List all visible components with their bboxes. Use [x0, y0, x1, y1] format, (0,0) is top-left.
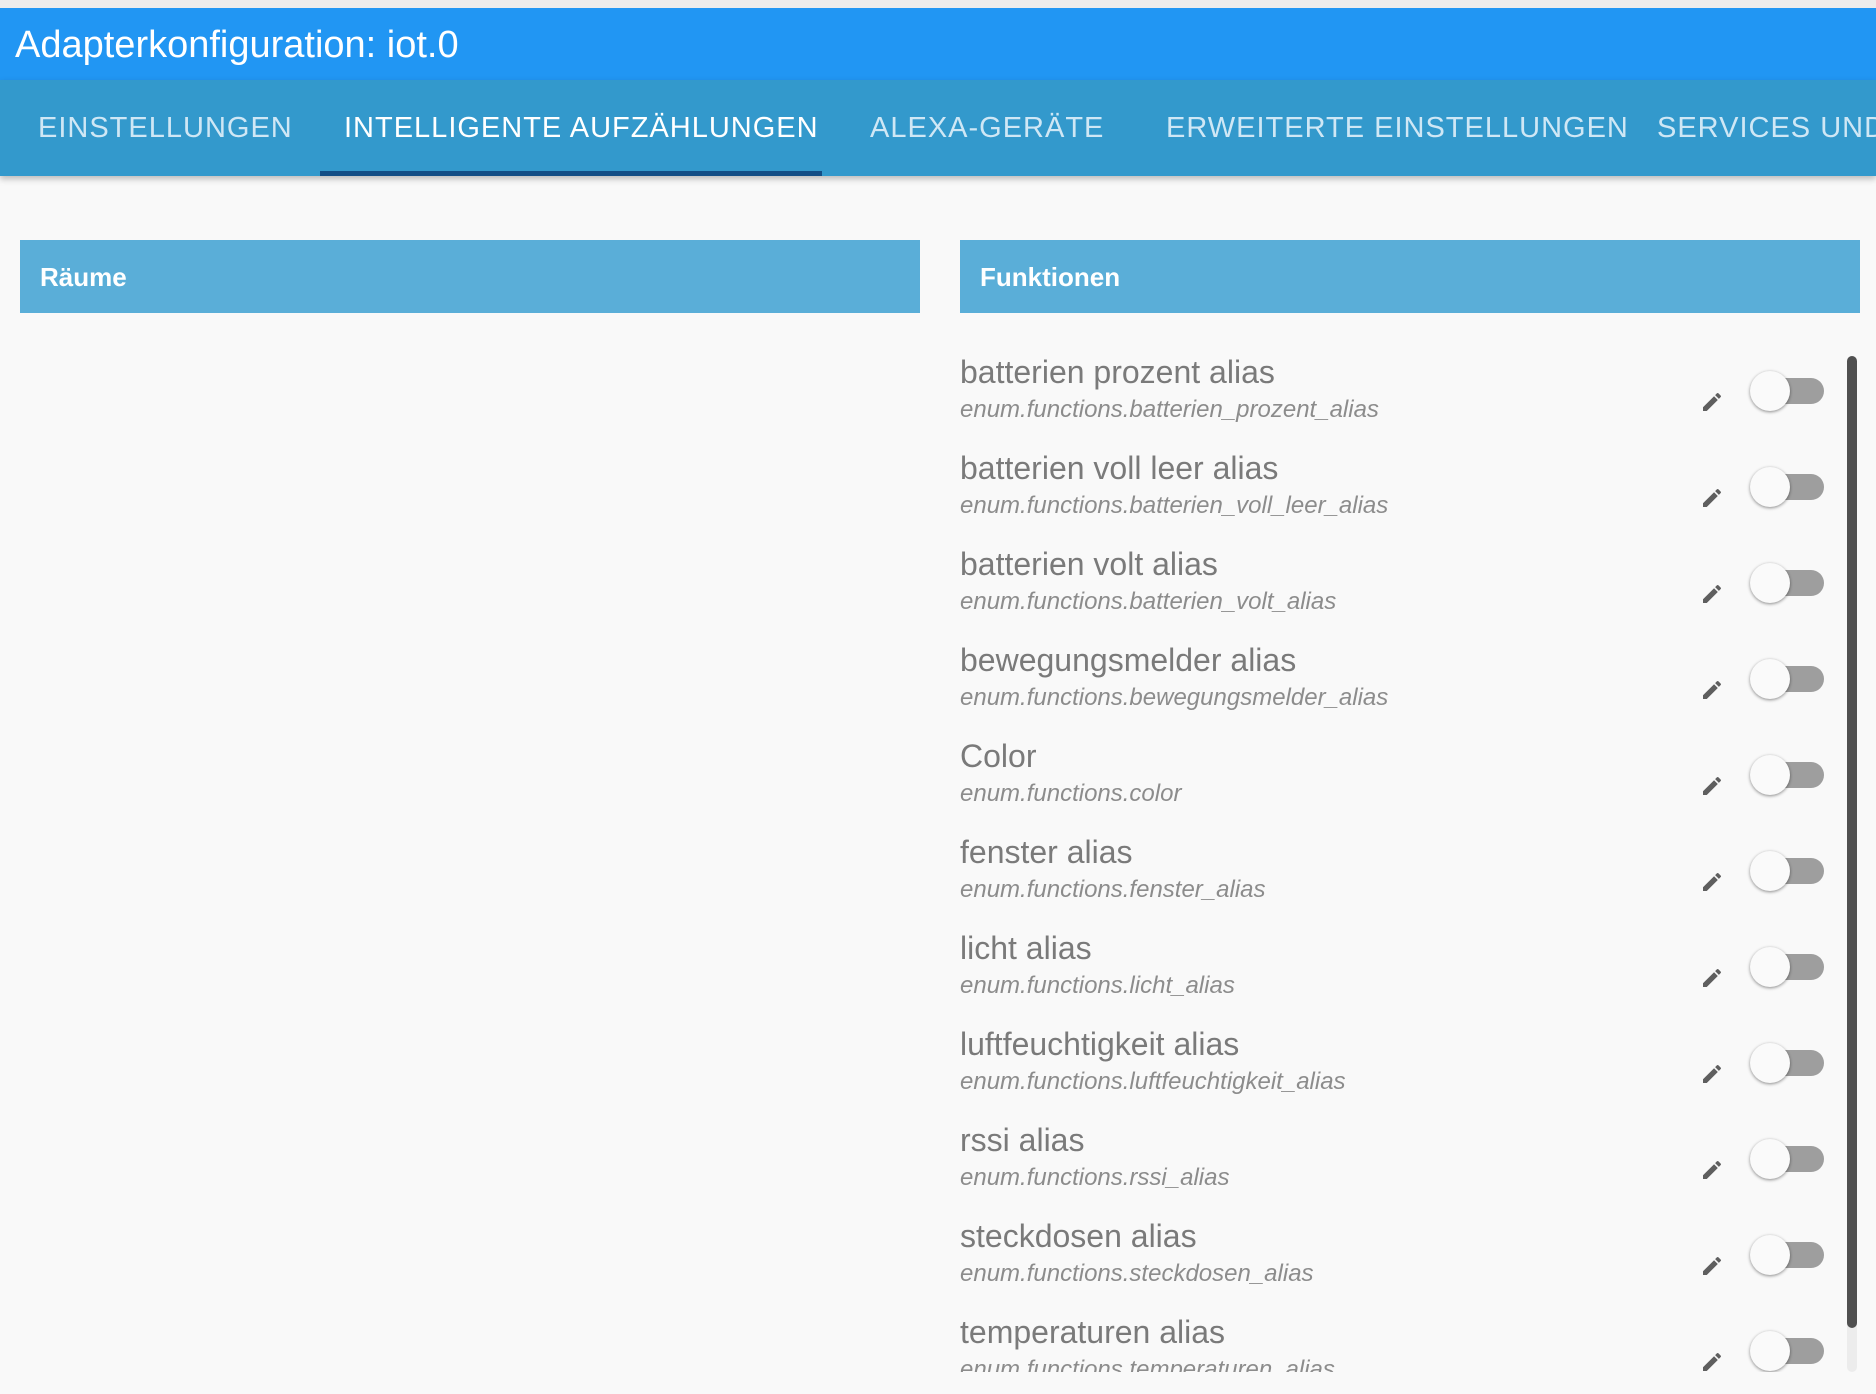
- toggle-thumb: [1750, 851, 1790, 891]
- function-list-item: batterien voll leer alias enum.functions…: [960, 446, 1860, 542]
- toggle-thumb: [1750, 1043, 1790, 1083]
- enable-toggle[interactable]: [1750, 563, 1826, 603]
- function-title: temperaturen alias: [960, 1314, 1226, 1350]
- edit-button[interactable]: [1696, 1250, 1728, 1282]
- toggle-thumb: [1750, 659, 1790, 699]
- functions-scrollbar[interactable]: [1847, 356, 1857, 1372]
- edit-button[interactable]: [1696, 1154, 1728, 1186]
- enable-toggle[interactable]: [1750, 947, 1826, 987]
- edit-button[interactable]: [1696, 578, 1728, 610]
- edit-button[interactable]: [1696, 482, 1728, 514]
- top-strip: [0, 0, 1876, 8]
- toggle-thumb: [1750, 1235, 1790, 1275]
- toggle-thumb: [1750, 371, 1790, 411]
- function-title: steckdosen alias: [960, 1218, 1197, 1254]
- toggle-thumb: [1750, 563, 1790, 603]
- function-enum-id: enum.functions.luftfeuchtigkeit_alias: [960, 1068, 1346, 1095]
- enable-toggle[interactable]: [1750, 659, 1826, 699]
- enable-toggle[interactable]: [1750, 851, 1826, 891]
- edit-button[interactable]: [1696, 962, 1728, 994]
- function-enum-id: enum.functions.batterien_volt_alias: [960, 588, 1337, 615]
- functions-list[interactable]: batterien prozent alias enum.functions.b…: [960, 350, 1860, 1372]
- function-list-item: fenster alias enum.functions.fenster_ali…: [960, 830, 1860, 926]
- toggle-thumb: [1750, 1139, 1790, 1179]
- pencil-icon: [1703, 584, 1722, 603]
- edit-button[interactable]: [1696, 866, 1728, 898]
- pencil-icon: [1703, 680, 1722, 699]
- pencil-icon: [1703, 1064, 1722, 1083]
- pencil-icon: [1703, 776, 1722, 795]
- tab-erweiterte-einstellungen[interactable]: ERWEITERTE EINSTELLUNGEN: [1166, 80, 1629, 176]
- enable-toggle[interactable]: [1750, 755, 1826, 795]
- enable-toggle[interactable]: [1750, 1331, 1826, 1371]
- function-title: bewegungsmelder alias: [960, 642, 1297, 678]
- pencil-icon: [1703, 1256, 1722, 1275]
- tab-alexa-geraete[interactable]: ALEXA-GERÄTE: [870, 80, 1104, 176]
- function-list-item: batterien prozent alias enum.functions.b…: [960, 350, 1860, 446]
- function-list-item: bewegungsmelder alias enum.functions.bew…: [960, 638, 1860, 734]
- functions-panel-title: Funktionen: [980, 262, 1121, 292]
- function-list-item: luftfeuchtigkeit alias enum.functions.lu…: [960, 1022, 1860, 1118]
- enable-toggle[interactable]: [1750, 1235, 1826, 1275]
- function-title: Color: [960, 738, 1037, 774]
- pencil-icon: [1703, 1352, 1722, 1371]
- pencil-icon: [1703, 488, 1722, 507]
- function-title: batterien volt alias: [960, 546, 1218, 582]
- toggle-thumb: [1750, 947, 1790, 987]
- function-list-item: licht alias enum.functions.licht_alias: [960, 926, 1860, 1022]
- rooms-panel-header: Räume: [20, 240, 920, 313]
- pencil-icon: [1703, 968, 1722, 987]
- function-title: fenster alias: [960, 834, 1133, 870]
- function-list-item: batterien volt alias enum.functions.batt…: [960, 542, 1860, 638]
- toggle-thumb: [1750, 755, 1790, 795]
- functions-panel-header: Funktionen: [960, 240, 1860, 313]
- edit-button[interactable]: [1696, 386, 1728, 418]
- function-enum-id: enum.functions.color: [960, 780, 1182, 807]
- function-enum-id: enum.functions.batterien_voll_leer_alias: [960, 492, 1389, 519]
- function-enum-id: enum.functions.steckdosen_alias: [960, 1260, 1314, 1287]
- active-tab-indicator: [320, 171, 822, 176]
- function-enum-id: enum.functions.batterien_prozent_alias: [960, 396, 1379, 423]
- window-title: Adapterkonfiguration: iot.0: [15, 24, 459, 66]
- pencil-icon: [1703, 1160, 1722, 1179]
- function-list-item: rssi alias enum.functions.rssi_alias: [960, 1118, 1860, 1214]
- function-enum-id: enum.functions.fenster_alias: [960, 876, 1266, 903]
- function-title: batterien prozent alias: [960, 354, 1275, 390]
- function-enum-id: enum.functions.temperaturen_alias: [960, 1356, 1335, 1372]
- edit-button[interactable]: [1696, 1346, 1728, 1372]
- function-enum-id: enum.functions.bewegungsmelder_alias: [960, 684, 1389, 711]
- edit-button[interactable]: [1696, 1058, 1728, 1090]
- function-enum-id: enum.functions.rssi_alias: [960, 1164, 1230, 1191]
- window-title-bar: Adapterkonfiguration: iot.0: [0, 8, 1876, 80]
- function-list-item: Color enum.functions.color: [960, 734, 1860, 830]
- rooms-panel-title: Räume: [40, 262, 127, 292]
- edit-button[interactable]: [1696, 770, 1728, 802]
- pencil-icon: [1703, 392, 1722, 411]
- tab-einstellungen[interactable]: EINSTELLUNGEN: [38, 80, 293, 176]
- function-title: batterien voll leer alias: [960, 450, 1279, 486]
- enable-toggle[interactable]: [1750, 1043, 1826, 1083]
- enable-toggle[interactable]: [1750, 371, 1826, 411]
- toggle-thumb: [1750, 467, 1790, 507]
- enable-toggle[interactable]: [1750, 1139, 1826, 1179]
- pencil-icon: [1703, 872, 1722, 891]
- tab-intelligente-aufzaehlungen[interactable]: INTELLIGENTE AUFZÄHLUNGEN: [344, 80, 819, 176]
- edit-button[interactable]: [1696, 674, 1728, 706]
- enable-toggle[interactable]: [1750, 467, 1826, 507]
- function-list-item: temperaturen alias enum.functions.temper…: [960, 1310, 1860, 1372]
- function-title: licht alias: [960, 930, 1092, 966]
- function-title: luftfeuchtigkeit alias: [960, 1026, 1240, 1062]
- function-enum-id: enum.functions.licht_alias: [960, 972, 1235, 999]
- tab-services[interactable]: SERVICES UND: [1657, 80, 1876, 176]
- function-list-item: steckdosen alias enum.functions.steckdos…: [960, 1214, 1860, 1310]
- scrollbar-thumb[interactable]: [1847, 356, 1857, 1328]
- function-title: rssi alias: [960, 1122, 1085, 1158]
- tab-bar: EINSTELLUNGEN INTELLIGENTE AUFZÄHLUNGEN …: [0, 80, 1876, 176]
- toggle-thumb: [1750, 1331, 1790, 1371]
